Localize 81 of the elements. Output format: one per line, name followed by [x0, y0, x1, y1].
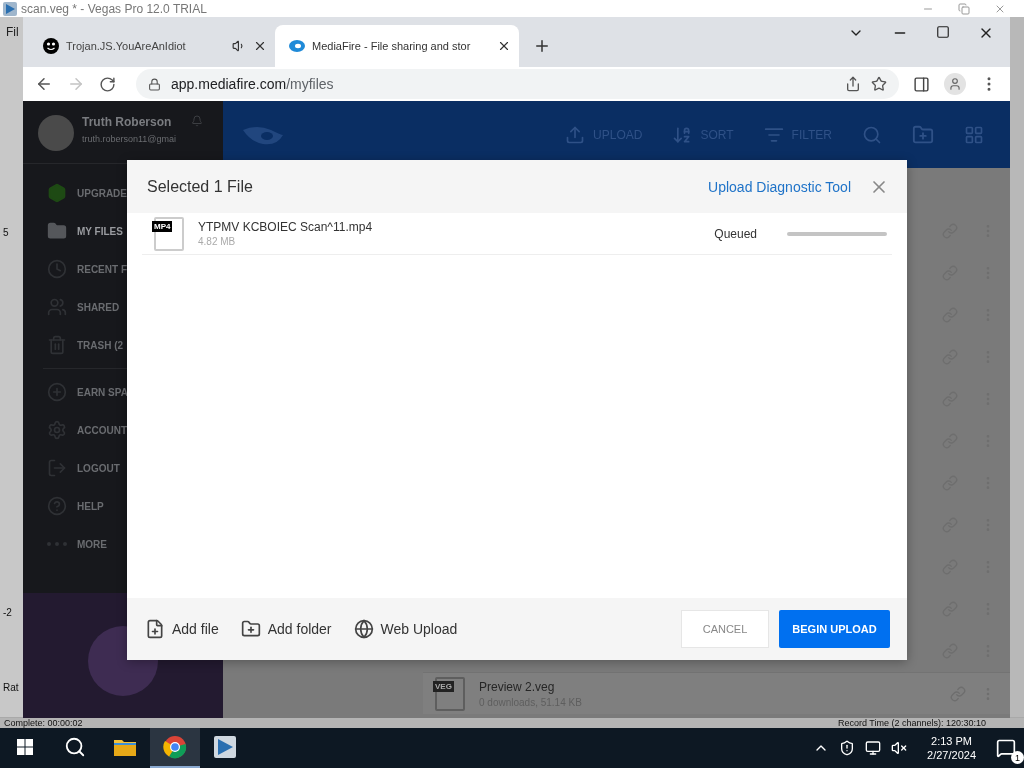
play-icon[interactable]	[213, 735, 237, 759]
user-email: truth.roberson11@gmai	[82, 134, 178, 144]
footer-action[interactable]: Add file	[145, 619, 219, 639]
network-icon[interactable]	[865, 740, 882, 756]
trash-icon	[47, 335, 67, 355]
address-bar[interactable]: app.mediafire.com/myfiles	[136, 69, 899, 99]
muted-speaker-icon[interactable]	[891, 740, 908, 756]
footer-action[interactable]: Add folder	[240, 619, 332, 639]
file-plus-icon	[145, 619, 165, 639]
flame-logo-icon	[287, 40, 305, 52]
profile-avatar[interactable]	[944, 73, 966, 95]
grid-view-icon[interactable]	[964, 124, 984, 145]
nav-item[interactable]: LOGOUT	[23, 449, 223, 487]
star-icon[interactable]	[871, 76, 887, 92]
upload-status: Queued	[714, 226, 757, 241]
nav-item[interactable]: MORE	[23, 525, 223, 563]
begin-upload-button[interactable]: BEGIN UPLOAD	[779, 610, 890, 648]
reload-icon[interactable]	[99, 75, 116, 93]
new-tab-icon[interactable]	[533, 37, 551, 55]
start-icon[interactable]	[17, 739, 33, 755]
nav-item[interactable]: EARN SPA	[23, 373, 223, 411]
url-text: app.mediafire.com/myfiles	[171, 76, 335, 92]
side-panel-icon[interactable]	[913, 75, 930, 93]
footer-action[interactable]: Web Upload	[353, 619, 458, 639]
logout-icon	[47, 458, 67, 478]
folder-icon	[47, 221, 67, 241]
browser-icon[interactable]	[163, 735, 187, 759]
nav-item[interactable]: TRASH (2	[23, 326, 223, 364]
hexagon-icon	[47, 183, 67, 203]
bell-icon[interactable]	[191, 115, 203, 127]
restore-icon[interactable]	[958, 2, 970, 15]
status-text: Complete: 00:00:02	[4, 718, 83, 728]
notification-count: 1	[1011, 751, 1024, 764]
file-type-label: VEG	[433, 680, 454, 692]
folder-plus-icon	[240, 619, 261, 639]
tab-title: Trojan.JS.YouAreAnIdiot	[66, 40, 187, 52]
share-icon[interactable]	[845, 76, 861, 92]
dialog-title: Selected 1 File	[147, 177, 254, 196]
clock-icon	[47, 259, 67, 279]
lock-icon	[148, 77, 161, 91]
settings-icon	[47, 420, 67, 440]
plus-circle-icon	[47, 382, 67, 402]
security-icon[interactable]	[839, 740, 856, 756]
status-text: Record Time (2 channels): 120:30:10	[837, 718, 986, 728]
tab-title: MediaFire - File sharing and stor	[312, 40, 472, 52]
diagnostic-link[interactable]: Upload Diagnostic Tool	[708, 178, 851, 195]
nav-item[interactable]: ACCOUNT	[23, 411, 223, 449]
file-name: Preview 2.veg	[479, 679, 556, 694]
browser-tab[interactable]: MediaFire - File sharing and stor	[275, 25, 519, 67]
smiley-icon	[43, 38, 59, 54]
cancel-button[interactable]: CANCEL	[681, 610, 769, 648]
close-icon[interactable]	[497, 39, 511, 53]
notifications-icon[interactable]	[996, 738, 1016, 758]
browser-tab[interactable]: Trojan.JS.YouAreAnIdiot	[31, 25, 275, 67]
clock[interactable]: 2:13 PM 2/27/2024	[927, 735, 976, 761]
play-icon	[3, 1, 17, 16]
help-icon	[47, 496, 67, 516]
file-type-label: MP4	[152, 220, 173, 232]
new-folder-icon[interactable]	[912, 123, 934, 146]
upload-icon	[565, 124, 586, 145]
people-icon	[47, 297, 67, 317]
nav-item[interactable]: SHARED	[23, 288, 223, 326]
taskbar-app[interactable]	[150, 728, 200, 768]
avatar-placeholder	[38, 115, 74, 151]
panel-text: 5	[3, 227, 9, 238]
file-size: 4.82 MB	[198, 236, 237, 247]
panel-text: Rat	[3, 682, 19, 693]
nav-item[interactable]: HELP	[23, 487, 223, 525]
folder-icon[interactable]	[113, 737, 137, 757]
forward-icon[interactable]	[67, 75, 85, 93]
back-icon[interactable]	[35, 75, 53, 93]
maximize-icon[interactable]	[936, 25, 950, 39]
user-name: Truth Roberson	[82, 115, 173, 129]
globe-icon	[353, 619, 374, 639]
menu-label[interactable]: Fil	[6, 25, 19, 39]
file-name: YTPMV KCBOIEC Scan^11.mp4	[198, 220, 374, 234]
window-title: scan.veg * - Vegas Pro 12.0 TRIAL	[21, 1, 208, 16]
nav-item[interactable]: RECENT F	[23, 250, 223, 288]
panel-text: -2	[3, 607, 12, 618]
search-icon[interactable]	[64, 736, 86, 758]
close-icon[interactable]	[253, 39, 267, 53]
